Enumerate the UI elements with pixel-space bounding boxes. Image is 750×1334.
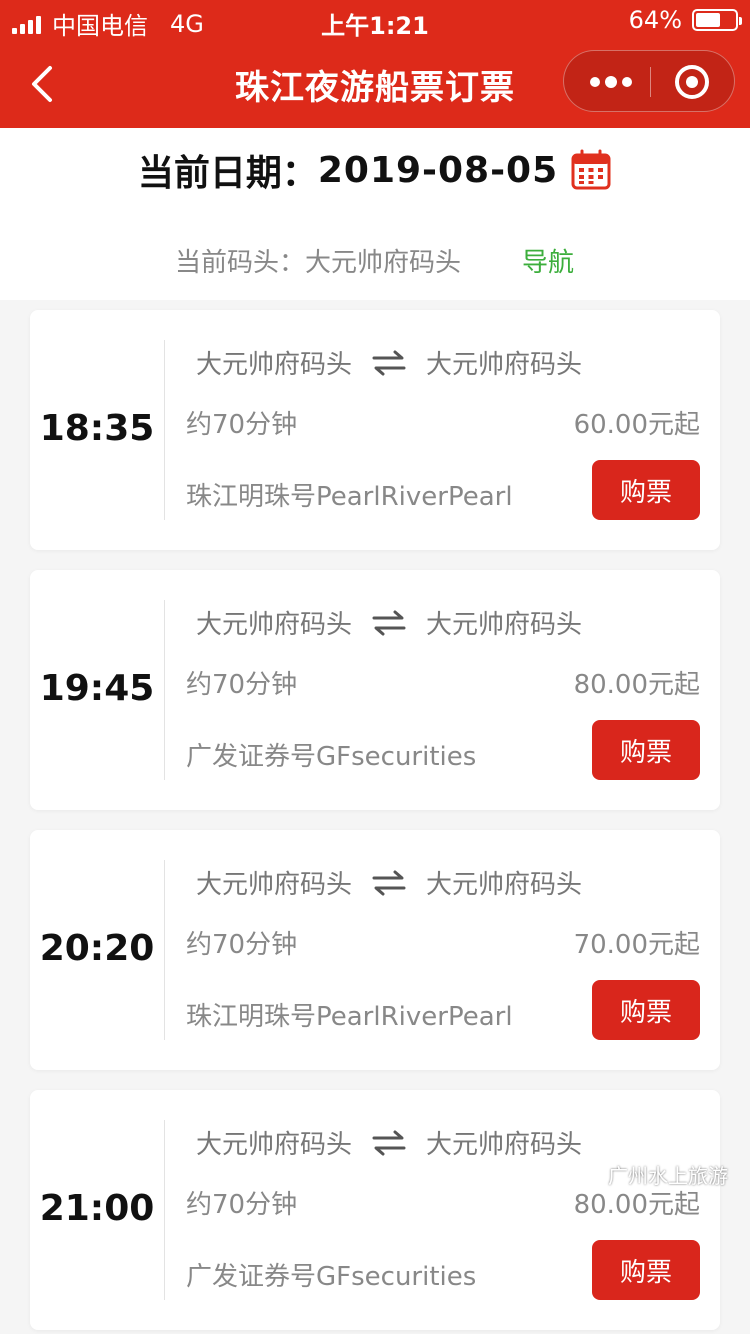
wechat-icon (575, 1164, 601, 1184)
swap-arrows-icon (372, 1130, 406, 1155)
trip-route: 大元帅府码头 大元帅府码头 (196, 344, 582, 381)
trip-route: 大元帅府码头 大元帅府码头 (196, 1124, 582, 1161)
battery-percent: 64% (628, 6, 682, 34)
navigation-link[interactable]: 导航 (522, 242, 574, 279)
mini-program-capsule (563, 50, 735, 112)
buy-ticket-button[interactable]: 购票 (592, 1240, 700, 1300)
date-value: 2019-08-05 (317, 149, 559, 191)
trip-price: 70.00元起 (573, 930, 700, 960)
route-from: 大元帅府码头 (196, 1130, 353, 1160)
trip-time: 21:00 (39, 1188, 155, 1229)
trip-card: 18:35 大元帅府码头 大元帅府码头 约70分钟 60.00元起 珠江明珠号P… (30, 310, 720, 550)
route-to: 大元帅府码头 (426, 610, 583, 640)
buy-ticket-button[interactable]: 购票 (592, 460, 700, 520)
date-row[interactable]: 当前日期： 2019-08-05 (0, 128, 750, 212)
trip-card: 19:45 大元帅府码头 大元帅府码头 约70分钟 80.00元起 广发证券号G… (30, 570, 720, 810)
route-from: 大元帅府码头 (196, 350, 353, 380)
route-to: 大元帅府码头 (426, 1130, 583, 1160)
route-to: 大元帅府码头 (426, 870, 583, 900)
ship-name: 广发证券号GFsecurities (186, 1262, 477, 1292)
trip-card: 21:00 大元帅府码头 大元帅府码头 约70分钟 80.00元起 广发证券号G… (30, 1090, 720, 1330)
buy-ticket-button[interactable]: 购票 (592, 980, 700, 1040)
ship-name: 珠江明珠号PearlRiverPearl (186, 1002, 513, 1032)
trip-duration: 约70分钟 (186, 670, 298, 700)
trip-duration: 约70分钟 (186, 930, 298, 960)
battery-fill (696, 13, 721, 27)
ship-name: 珠江明珠号PearlRiverPearl (186, 482, 513, 512)
content-area: 当前日期： 2019-08-05 当前码头：大元帅府码头 导航 18:35 大元… (0, 128, 750, 1334)
current-pier-text: 当前码头：大元帅府码头 (175, 248, 462, 278)
ship-name: 广发证券号GFsecurities (186, 742, 477, 772)
route-from: 大元帅府码头 (196, 870, 353, 900)
trip-price: 80.00元起 (573, 1190, 700, 1220)
trip-duration: 约70分钟 (186, 410, 298, 440)
trip-price: 60.00元起 (573, 410, 700, 440)
nav-bar: 珠江夜游船票订票 (0, 40, 750, 128)
trip-price: 80.00元起 (573, 670, 700, 700)
card-divider (164, 600, 165, 780)
trip-route: 大元帅府码头 大元帅府码头 (196, 864, 582, 901)
target-icon[interactable] (673, 63, 711, 101)
watermark: 广州水上旅游 (574, 1160, 728, 1189)
trip-time: 19:45 (39, 668, 155, 709)
trip-route: 大元帅府码头 大元帅府码头 (196, 604, 582, 641)
date-label: 当前日期： (137, 153, 318, 194)
trip-time: 18:35 (39, 408, 155, 449)
card-divider (164, 1120, 165, 1300)
card-divider (164, 860, 165, 1040)
route-from: 大元帅府码头 (196, 610, 353, 640)
app-screen: 中国电信 4G 上午1:21 64% 珠江夜游船票订票 当前日期： 2019-0… (0, 0, 750, 1334)
buy-ticket-button[interactable]: 购票 (592, 720, 700, 780)
swap-arrows-icon (372, 350, 406, 375)
swap-arrows-icon (372, 870, 406, 895)
trip-time: 20:20 (39, 928, 155, 969)
card-divider (164, 340, 165, 520)
trip-card: 20:20 大元帅府码头 大元帅府码头 约70分钟 70.00元起 珠江明珠号P… (30, 830, 720, 1070)
capsule-divider (650, 67, 651, 97)
status-bar: 中国电信 4G 上午1:21 64% (0, 0, 750, 40)
pier-row: 当前码头：大元帅府码头 导航 (0, 212, 750, 300)
watermark-text: 广州水上旅游 (608, 1164, 728, 1188)
battery-icon (692, 9, 742, 31)
more-dots-icon[interactable] (588, 70, 634, 94)
swap-arrows-icon (372, 610, 406, 635)
trip-duration: 约70分钟 (186, 1190, 298, 1220)
route-to: 大元帅府码头 (426, 350, 583, 380)
status-right: 64% (628, 6, 742, 34)
calendar-icon[interactable] (570, 149, 612, 191)
